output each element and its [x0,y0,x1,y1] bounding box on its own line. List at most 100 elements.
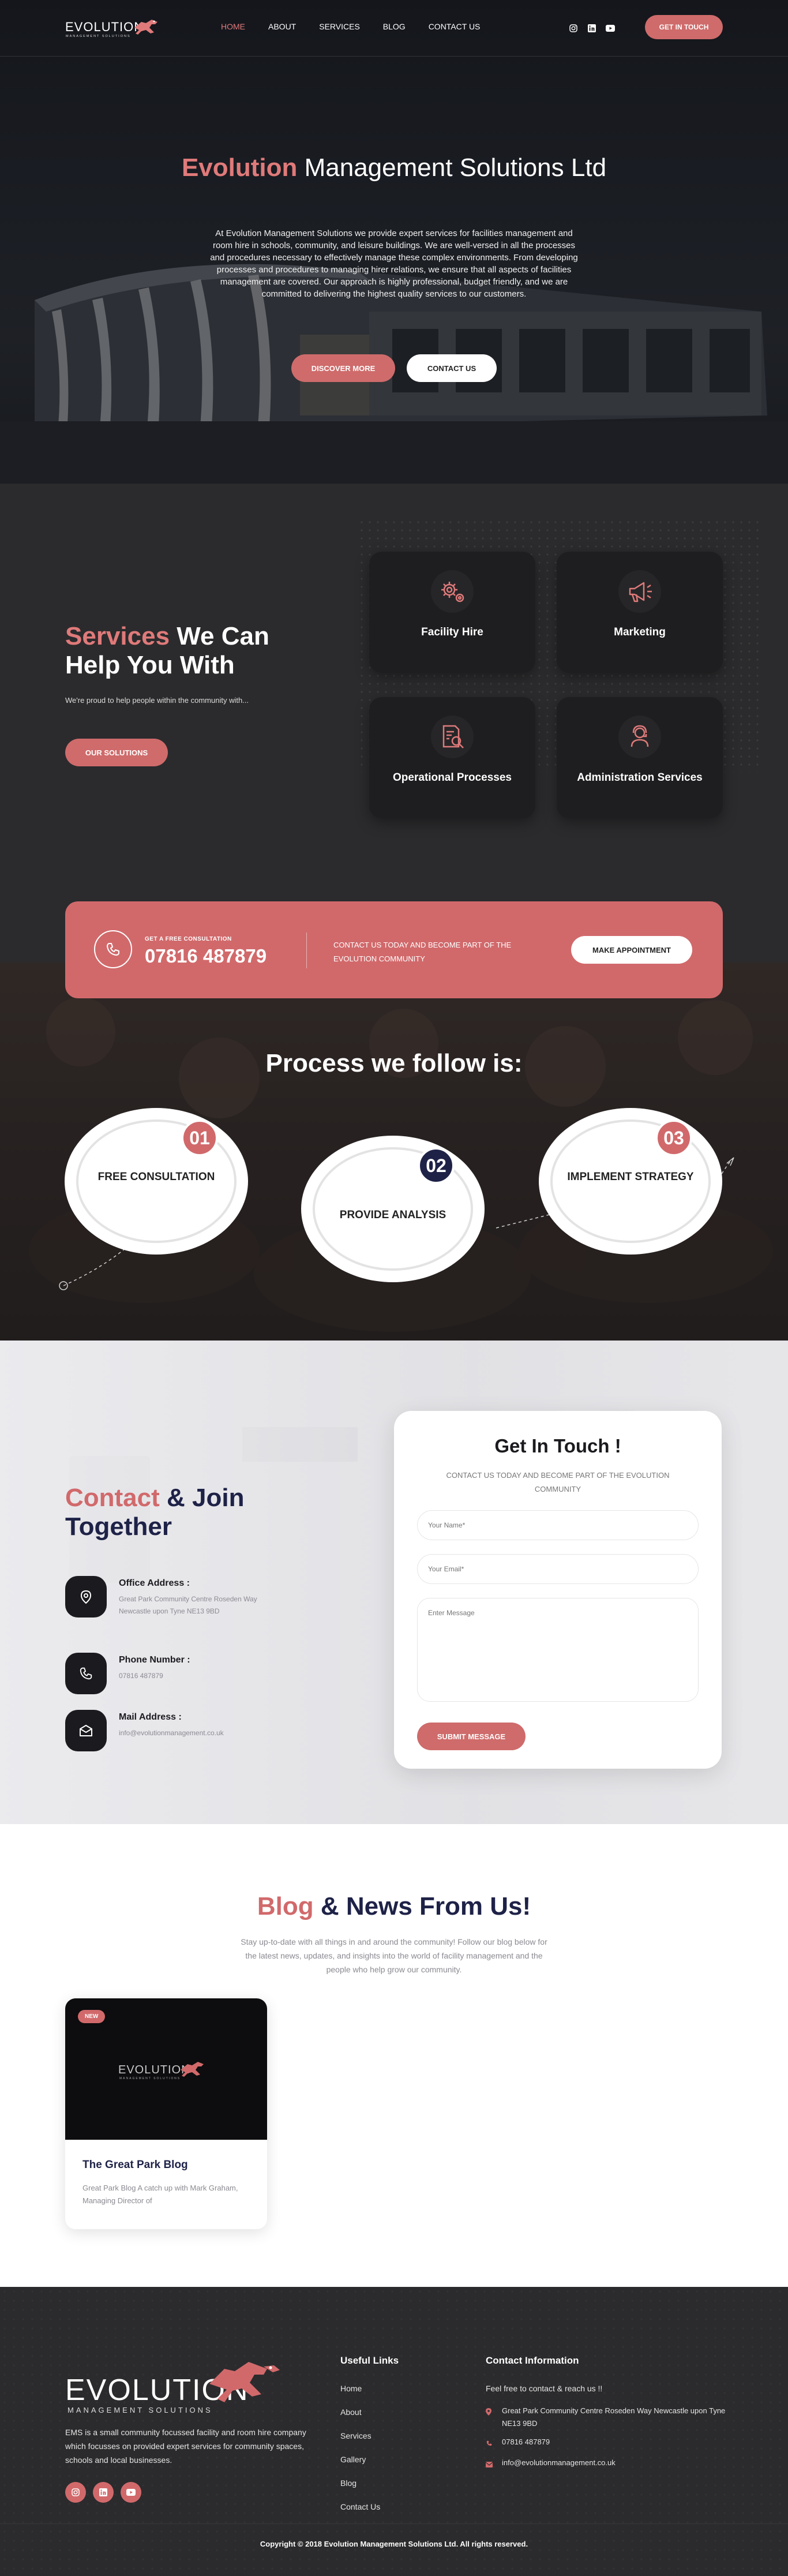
site-footer: EVOLUTION MANAGEMENT SOLUTIONS EMS is a … [0,2287,788,2574]
youtube-icon[interactable] [121,2482,141,2503]
consultation-banner: GET A FREE CONSULTATION 07816 487879 CON… [65,901,723,998]
our-solutions-button[interactable]: OUR SOLUTIONS [65,739,168,766]
footer-link-home[interactable]: Home [340,2384,380,2407]
linkedin-icon[interactable] [93,2482,114,2503]
service-card-label: Marketing [614,626,666,638]
services-title-rest: We Can [170,622,269,650]
instagram-icon[interactable] [65,2482,86,2503]
services-section: Services We Can Help You With We're prou… [0,484,788,963]
nav-home[interactable]: HOME [221,22,245,31]
services-title: Services We Can Help You With [65,622,269,680]
footer-link-contact-us[interactable]: Contact Us [340,2502,380,2526]
blog-post-title[interactable]: The Great Park Blog [82,2159,188,2171]
phone-number-value[interactable]: 07816 487879 [119,1670,269,1682]
contact-title: Contact & Join Together [65,1484,244,1541]
hero-title: Evolution Management Solutions Ltd [0,153,788,182]
footer-address: Great Park Community Centre Roseden Way … [502,2406,726,2428]
nav-about[interactable]: ABOUT [268,22,296,31]
office-address-value: Great Park Community Centre Roseden Way … [119,1595,257,1615]
name-input[interactable] [417,1510,699,1540]
envelope-icon [485,2457,494,2472]
svg-text:EVOLUTION: EVOLUTION [65,20,144,34]
phone-icon [486,2436,494,2451]
footer-logo-sub: MANAGEMENT SOLUTIONS [67,2406,213,2414]
message-textarea[interactable] [417,1598,699,1702]
hero-title-accent: Evolution [181,153,298,182]
support-agent-icon [618,716,661,758]
site-logo[interactable]: EVOLUTION MANAGEMENT SOLUTIONS [65,16,166,40]
form-title: Get In Touch ! [494,1435,621,1457]
envelope-icon [65,1710,107,1751]
footer-phone[interactable]: 07816 487879 [502,2436,550,2451]
footer-link-blog[interactable]: Blog [340,2478,380,2502]
step-label: PROVIDE ANALYSIS [339,1209,446,1221]
new-badge: NEW [78,2010,106,2023]
footer-link-gallery[interactable]: Gallery [340,2455,380,2478]
footer-link-services[interactable]: Services [340,2431,380,2455]
email-input[interactable] [417,1554,699,1584]
blog-section: Blog & News From Us! Stay up-to-date wit… [0,1824,788,2287]
process-section: Process we follow is: 01 FREE CONSULTATI… [0,963,788,1341]
contact-information-title: Contact Information [486,2355,579,2366]
svg-text:MANAGEMENT SOLUTIONS: MANAGEMENT SOLUTIONS [66,35,131,38]
nav-contact-us[interactable]: CONTACT US [429,22,481,31]
footer-divider [0,2523,788,2524]
nav-blog[interactable]: BLOG [383,22,406,31]
dinosaur-logo-icon: EVOLUTION MANAGEMENT SOLUTIONS [65,2362,280,2414]
banner-cta-text: CONTACT US TODAY AND BECOME PART OF THE … [333,941,512,963]
footer-email[interactable]: info@evolutionmanagement.co.uk [502,2457,616,2472]
discover-more-button[interactable]: DISCOVER MORE [291,354,395,382]
location-pin-icon [65,1576,107,1618]
blog-title-rest: & News From Us! [313,1892,531,1920]
process-title: Process we follow is: [265,1049,523,1077]
footer-link-about[interactable]: About [340,2407,380,2431]
phone-icon [94,930,132,968]
linkedin-icon[interactable] [587,23,597,33]
services-title-accent: Services [65,622,170,650]
make-appointment-button[interactable]: MAKE APPOINTMENT [571,936,692,964]
process-step-2: 02 PROVIDE ANALYSIS [301,1136,485,1282]
service-card-marketing[interactable]: Marketing [557,552,723,673]
banner-phone-number[interactable]: 07816 487879 [145,945,267,967]
step-label: FREE CONSULTATION [97,1171,215,1183]
hero-section: Evolution Management Solutions Ltd At Ev… [0,0,788,484]
step-number: 02 [418,1147,455,1184]
mail-address-label: Mail Address : [119,1712,182,1722]
service-card-facility-hire[interactable]: Facility Hire [369,552,535,673]
page: EVOLUTION MANAGEMENT SOLUTIONS HOME ABOU… [0,0,788,2574]
footer-contact-intro: Feel free to contact & reach us !! [486,2384,603,2393]
nav-services[interactable]: SERVICES [319,22,360,31]
site-header: EVOLUTION MANAGEMENT SOLUTIONS HOME ABOU… [0,0,788,57]
contact-title-line2: Together [65,1512,172,1541]
process-step-1: 01 FREE CONSULTATION [65,1108,248,1255]
contact-title-rest: & Join [159,1484,245,1512]
footer-social [65,2482,141,2503]
mail-address-value[interactable]: info@evolutionmanagement.co.uk [119,1727,269,1739]
blog-post-card[interactable]: EVOLUTION MANAGEMENT SOLUTIONS NEW The G… [65,1998,267,2229]
footer-logo[interactable]: EVOLUTION MANAGEMENT SOLUTIONS [65,2349,307,2424]
services-title-line2: Help You With [65,651,235,679]
youtube-icon[interactable] [605,23,616,33]
blog-title: Blog & News From Us! [0,1892,788,1921]
submit-message-button[interactable]: SUBMIT MESSAGE [417,1723,526,1750]
gear-icon [431,570,474,613]
contact-us-button[interactable]: CONTACT US [407,354,497,382]
useful-links-list: Home About Services Gallery Blog Contact… [340,2384,380,2526]
instagram-icon[interactable] [568,23,579,33]
free-consultation-label: GET A FREE CONSULTATION [145,936,232,942]
phone-icon [65,1653,107,1694]
step-label: IMPLEMENT STRATEGY [567,1171,694,1183]
blog-post-excerpt: Great Park Blog A catch up with Mark Gra… [82,2184,238,2205]
footer-contact-info: Feel free to contact & reach us !! Great… [485,2384,728,2477]
hero-title-rest: Management Solutions Ltd [297,153,607,182]
contact-title-accent: Contact [65,1484,160,1512]
service-card-operational-processes[interactable]: Operational Processes [369,697,535,818]
get-in-touch-button[interactable]: GET IN TOUCH [645,15,723,39]
megaphone-icon [618,570,661,613]
form-subtitle: CONTACT US TODAY AND BECOME PART OF THE … [446,1471,670,1493]
header-social [568,23,616,33]
hero-buttons: DISCOVER MORE CONTACT US [0,354,788,382]
footer-phone-row: 07816 487879 [486,2436,728,2451]
service-card-administration-services[interactable]: Administration Services [557,697,723,818]
document-search-icon [431,716,474,758]
